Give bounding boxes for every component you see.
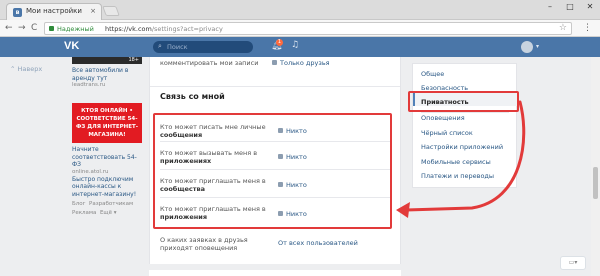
url-input[interactable]: Надежный https://vk.com/settings?act=pri… [44, 22, 572, 35]
chat-toggle-button[interactable]: ▭▾ [560, 256, 586, 270]
vk-logo[interactable]: VK [64, 40, 86, 54]
notification-badge: 1 [276, 39, 283, 46]
ad-site: leadtrans.ru [72, 82, 106, 88]
lock-icon [272, 60, 277, 65]
avatar[interactable] [521, 41, 533, 53]
chevron-down-icon[interactable]: ▾ [536, 43, 539, 50]
url-text: https://vk.com/settings?act=privacy [105, 25, 223, 33]
age-badge: 18+ [128, 57, 139, 63]
maximize-icon[interactable]: □ [560, 0, 580, 14]
back-arrow-icon[interactable]: ← [5, 23, 13, 34]
chat-icon: ▭▾ [568, 259, 578, 266]
lock-icon [49, 26, 54, 31]
scrollbar-thumb[interactable] [593, 167, 598, 199]
forward-arrow-icon[interactable]: → [18, 23, 26, 34]
ad-title[interactable]: Начните соответствовать 54-ФЗ [72, 146, 142, 169]
vk-header: VK ⌕ Поиск 🔔︎ 1 ♫ ▾ [0, 37, 600, 57]
minimize-icon[interactable]: – [540, 0, 560, 14]
search-placeholder: Поиск [167, 43, 188, 51]
browser-tab[interactable]: в Мои настройки × [6, 3, 102, 20]
privacy-row-value[interactable]: Только друзья [272, 59, 330, 67]
ad-description[interactable]: Быстро подключим онлайн-кассы к интернет… [72, 176, 142, 199]
new-tab-button[interactable] [102, 6, 120, 16]
footer-link[interactable]: Блог [72, 201, 86, 207]
secure-label: Надежный [57, 25, 94, 33]
privacy-row-label: О каких заявках в друзья приходят оповещ… [160, 236, 248, 252]
ad-image[interactable]: 18+ [72, 57, 142, 64]
ad-block-2[interactable]: Начните соответствовать 54-ФЗ online.ato… [72, 146, 142, 198]
divider [150, 86, 400, 87]
ad-banner[interactable]: КТОЯ ОНЛАЙН • СООТВЕТСТВИЕ 54-ФЗ ДЛЯ ИНТ… [72, 103, 142, 143]
annotation-arrow-icon [396, 100, 526, 218]
footer-link[interactable]: Ещё ▾ [100, 210, 117, 216]
section-title: Связь со мной [160, 92, 225, 101]
url-path: /settings?act=privacy [151, 25, 223, 33]
scroll-up-label: Наверх [17, 65, 43, 73]
address-bar-row: ← → C Надежный https://vk.com/settings?a… [0, 20, 600, 37]
vk-favicon-icon: в [13, 8, 22, 17]
search-icon: ⌕ [158, 42, 162, 50]
scroll-up-link[interactable]: ⌃ Наверх [10, 65, 42, 73]
privacy-row-label: комментировать мои записи [160, 59, 259, 67]
menu-item-general[interactable]: Общее [421, 70, 444, 78]
ad-site: online.atol.ru [72, 168, 109, 175]
privacy-row-value[interactable]: От всех пользователей [278, 239, 358, 247]
browser-tab-bar: в Мои настройки × – □ ✕ [0, 0, 600, 20]
next-settings-card [149, 264, 401, 276]
search-input[interactable]: ⌕ Поиск [153, 41, 253, 53]
ad-title[interactable]: Все автомобили в аренду тут [72, 67, 142, 82]
footer-link[interactable]: Реклама [72, 210, 96, 216]
footer-links: Блог Разработчикам Реклама Ещё ▾ [72, 200, 142, 218]
reload-icon[interactable]: C [31, 23, 37, 34]
tab-title: Мои настройки [26, 7, 82, 15]
highlight-frame [153, 113, 392, 229]
music-icon[interactable]: ♫ [291, 40, 299, 50]
url-host: https://vk.com [105, 25, 152, 33]
ad-block-1[interactable]: Все автомобили в аренду тут leadtrans.ru [72, 67, 142, 89]
footer-link[interactable]: Разработчикам [89, 201, 133, 207]
window-controls: – □ ✕ [540, 0, 600, 14]
chevron-up-icon: ⌃ [10, 65, 16, 73]
browser-menu-icon[interactable]: ⋮ [583, 23, 592, 33]
ads-column: 18+ Все автомобили в аренду тут leadtran… [72, 57, 142, 276]
close-window-icon[interactable]: ✕ [580, 0, 600, 14]
left-column: ⌃ Наверх [0, 57, 68, 276]
bookmark-star-icon[interactable]: ☆ [559, 23, 567, 33]
close-tab-icon[interactable]: × [90, 7, 96, 15]
